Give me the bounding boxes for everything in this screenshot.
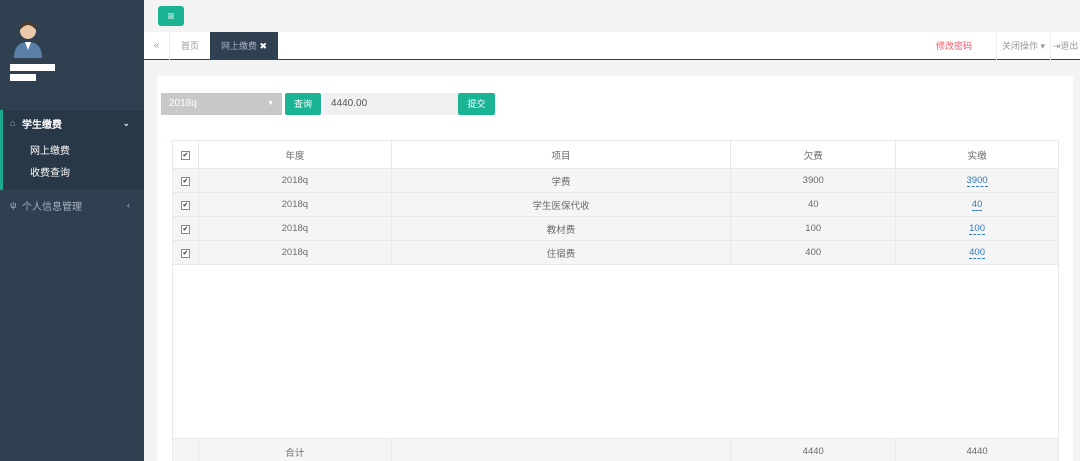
redacted-username bbox=[10, 64, 55, 71]
select-all-checkbox[interactable]: ✔ bbox=[180, 151, 190, 160]
query-button[interactable]: 查询 bbox=[285, 93, 321, 115]
select-all-cell: ✔ bbox=[172, 140, 199, 169]
cell-owed: 3900 bbox=[730, 168, 897, 193]
tab-label: 网上缴费 bbox=[220, 41, 257, 51]
sidebar-item-online-payment[interactable]: 网上缴费 bbox=[0, 139, 144, 159]
home-icon: ⌂ bbox=[10, 118, 16, 128]
cell-paid: 100 bbox=[895, 216, 1059, 241]
year-select-value: 2018q bbox=[169, 98, 197, 109]
cell-year: 2018q bbox=[197, 192, 392, 217]
footer-total-label: 合计 bbox=[197, 438, 392, 461]
cell-year: 2018q bbox=[197, 240, 392, 265]
row-checkbox[interactable]: ✔ bbox=[180, 177, 190, 186]
sidebar-item-label: 网上缴费 bbox=[30, 145, 70, 157]
sidebar: ⌂ 学生缴费 ⌄ 网上缴费 收费查询 ψ 个人信息管理 ‹ bbox=[0, 0, 144, 461]
table-row[interactable]: ✔ 2018q 教材费 100 100 bbox=[172, 216, 1059, 241]
chevron-left-icon: ‹ bbox=[127, 200, 130, 210]
cell-paid: 400 bbox=[895, 240, 1059, 265]
paid-amount-editable[interactable]: 40 bbox=[971, 199, 983, 211]
cell-owed: 40 bbox=[730, 192, 897, 217]
cell-item: 教材费 bbox=[390, 216, 732, 241]
cell-item: 学生医保代收 bbox=[390, 192, 732, 217]
paid-amount-editable[interactable]: 400 bbox=[969, 247, 985, 259]
chevron-down-icon: ⌄ bbox=[122, 117, 130, 128]
menu-toggle-button[interactable]: ≡ bbox=[158, 6, 184, 26]
cell-year: 2018q bbox=[197, 216, 392, 241]
cell-owed: 100 bbox=[730, 216, 897, 241]
redacted-role bbox=[10, 74, 36, 81]
table-footer-row: 合计 4440 4440 bbox=[172, 438, 1059, 461]
top-navbar: ≡ bbox=[144, 0, 1080, 32]
cell-owed: 400 bbox=[730, 240, 897, 265]
row-checkbox-cell: ✔ bbox=[172, 168, 199, 193]
header-year[interactable]: 年度 bbox=[197, 140, 392, 169]
caret-down-icon: ▼ bbox=[267, 100, 274, 107]
footer-blank bbox=[172, 438, 199, 461]
sidebar-item-label: 学生缴费 bbox=[22, 119, 62, 131]
row-checkbox-cell: ✔ bbox=[172, 240, 199, 265]
amount-input[interactable]: 4440.00 bbox=[323, 93, 458, 115]
header-item[interactable]: 项目 bbox=[390, 140, 732, 169]
payment-table: ✔ 年度 项目 欠费 实缴 ✔ 2018q 学费 3900 3900 ✔ 201… bbox=[172, 140, 1059, 461]
dropdown-label: 关闭操作 bbox=[1001, 41, 1038, 51]
row-checkbox[interactable]: ✔ bbox=[180, 201, 190, 210]
content-panel: 2018q ▼ 查询 4440.00 提交 ✔ 年度 项目 欠费 实缴 ✔ 20… bbox=[157, 76, 1073, 461]
header-paid[interactable]: 实缴 bbox=[895, 140, 1059, 169]
cell-year: 2018q bbox=[197, 168, 392, 193]
cutlery-icon: ψ bbox=[10, 200, 17, 210]
table-empty-space bbox=[172, 264, 1059, 439]
caret-down-icon: ▾ bbox=[1040, 41, 1046, 51]
footer-blank bbox=[390, 438, 732, 461]
logout-button[interactable]: ⇥退出 bbox=[1050, 32, 1080, 60]
cell-item: 住宿费 bbox=[390, 240, 732, 265]
logout-label: 退出 bbox=[1060, 41, 1079, 51]
table-header-row: ✔ 年度 项目 欠费 实缴 bbox=[172, 140, 1059, 169]
paid-amount-editable[interactable]: 3900 bbox=[966, 175, 988, 187]
table-row[interactable]: ✔ 2018q 学费 3900 3900 bbox=[172, 168, 1059, 193]
change-password-link[interactable]: 修改密码 bbox=[924, 32, 984, 60]
tab-bar: « 首页 网上缴费 ✖ 修改密码 关闭操作 ▾ ⇥退出 bbox=[144, 32, 1080, 60]
user-avatar-icon[interactable] bbox=[10, 18, 46, 58]
hamburger-icon: ≡ bbox=[167, 9, 175, 23]
row-checkbox[interactable]: ✔ bbox=[180, 249, 190, 258]
cell-paid: 3900 bbox=[895, 168, 1059, 193]
close-icon[interactable]: ✖ bbox=[259, 41, 267, 51]
sidebar-item-label: 个人信息管理 bbox=[22, 201, 82, 213]
sidebar-item-personal-info[interactable]: ψ 个人信息管理 ‹ bbox=[0, 195, 144, 215]
cell-item: 学费 bbox=[390, 168, 732, 193]
row-checkbox-cell: ✔ bbox=[172, 216, 199, 241]
submit-button[interactable]: 提交 bbox=[458, 93, 495, 115]
tab-online-payment[interactable]: 网上缴费 ✖ bbox=[210, 32, 278, 60]
table-row[interactable]: ✔ 2018q 住宿费 400 400 bbox=[172, 240, 1059, 265]
tab-scroll-left-button[interactable]: « bbox=[144, 32, 170, 60]
year-select[interactable]: 2018q ▼ bbox=[161, 93, 282, 115]
paid-amount-editable[interactable]: 100 bbox=[969, 223, 985, 235]
sidebar-item-student-payment[interactable]: ⌂ 学生缴费 ⌄ bbox=[0, 113, 144, 133]
row-checkbox[interactable]: ✔ bbox=[180, 225, 190, 234]
tab-home[interactable]: 首页 bbox=[170, 32, 210, 60]
table-row[interactable]: ✔ 2018q 学生医保代收 40 40 bbox=[172, 192, 1059, 217]
footer-total-paid: 4440 bbox=[895, 438, 1059, 461]
footer-total-owed: 4440 bbox=[730, 438, 897, 461]
sidebar-item-fee-query[interactable]: 收费查询 bbox=[0, 161, 144, 181]
header-owed[interactable]: 欠费 bbox=[730, 140, 897, 169]
sidebar-item-label: 收费查询 bbox=[30, 167, 70, 179]
close-operations-dropdown[interactable]: 关闭操作 ▾ bbox=[996, 32, 1050, 60]
row-checkbox-cell: ✔ bbox=[172, 192, 199, 217]
cell-paid: 40 bbox=[895, 192, 1059, 217]
double-chevron-left-icon: « bbox=[153, 40, 160, 51]
divider bbox=[0, 105, 144, 106]
